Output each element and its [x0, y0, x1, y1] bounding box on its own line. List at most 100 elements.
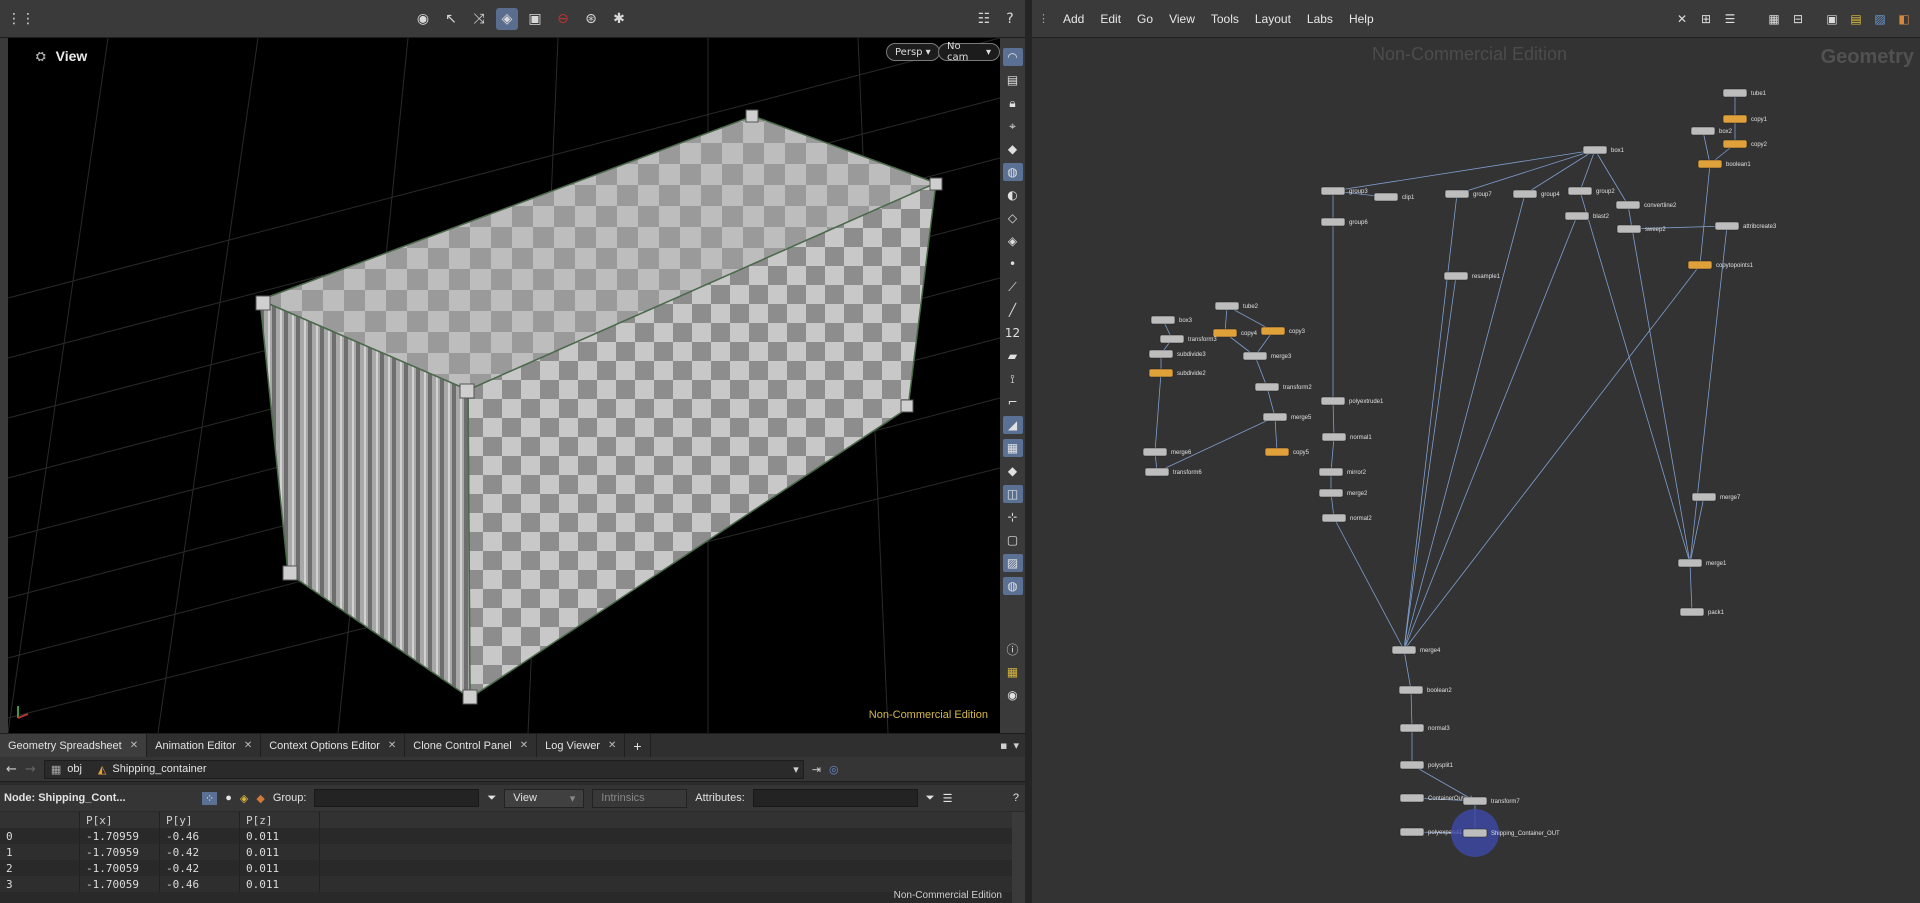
- network-node[interactable]: attribcreate3: [1714, 221, 1777, 231]
- grid-icon[interactable]: ▦: [1766, 11, 1782, 27]
- table-row[interactable]: 0 -1.70959 -0.46 0.011: [0, 828, 1012, 844]
- grid-menu-icon[interactable]: ⋮⋮: [7, 8, 35, 30]
- help-icon[interactable]: ?: [999, 8, 1021, 30]
- network-node[interactable]: copytopoints1: [1687, 260, 1754, 270]
- network-node[interactable]: normal1: [1321, 432, 1372, 442]
- network-node[interactable]: group7: [1444, 189, 1492, 199]
- network-node[interactable]: transform7: [1462, 796, 1520, 806]
- network-node[interactable]: Shipping_Container_OUT: [1451, 809, 1560, 857]
- help-icon[interactable]: ?: [1013, 792, 1025, 804]
- node-body[interactable]: [1262, 412, 1288, 422]
- pin-icon[interactable]: ⌖: [1003, 117, 1023, 135]
- network-node[interactable]: copy2: [1722, 139, 1768, 149]
- node-body[interactable]: [1564, 211, 1590, 221]
- node-body[interactable]: [1260, 326, 1286, 336]
- list-icon[interactable]: ☰: [1722, 11, 1738, 27]
- palette-icon[interactable]: ◧: [1896, 11, 1912, 27]
- column-header[interactable]: P[z]: [240, 812, 320, 828]
- uv-icon[interactable]: ⌐: [1003, 393, 1023, 411]
- path-field[interactable]: ▦ obj ◭ Shipping_container ▾: [43, 759, 804, 779]
- network-node[interactable]: transform2: [1254, 382, 1312, 392]
- node-body[interactable]: [1399, 760, 1425, 770]
- column-header[interactable]: P[y]: [160, 812, 240, 828]
- network-node[interactable]: box3: [1150, 315, 1193, 325]
- network-node[interactable]: group3: [1320, 186, 1368, 196]
- network-node[interactable]: transform3: [1159, 334, 1217, 344]
- node-body[interactable]: [1462, 828, 1488, 838]
- node-body[interactable]: [1373, 192, 1399, 202]
- node-body[interactable]: [1144, 467, 1170, 477]
- persp-dropdown[interactable]: Persp ▾: [886, 43, 940, 61]
- node-body[interactable]: [1567, 186, 1593, 196]
- node-body[interactable]: [1214, 301, 1240, 311]
- pane-menu-icon[interactable]: ▾: [1013, 739, 1019, 752]
- path-root[interactable]: obj: [67, 763, 82, 775]
- node-body[interactable]: [1399, 723, 1425, 733]
- node-body[interactable]: [1148, 368, 1174, 378]
- menu-help[interactable]: Help: [1341, 12, 1382, 26]
- node-body[interactable]: [1443, 271, 1469, 281]
- wrench-icon[interactable]: ✕: [1674, 11, 1690, 27]
- network-node[interactable]: boolean2: [1398, 685, 1452, 695]
- menu-add[interactable]: Add: [1055, 12, 1092, 26]
- attr-icon[interactable]: ◈: [240, 792, 248, 805]
- wifi-icon[interactable]: ◠: [1002, 48, 1023, 66]
- node-body[interactable]: [1320, 217, 1346, 227]
- network-node[interactable]: copy3: [1260, 326, 1306, 336]
- frame-icon[interactable]: ▢: [1003, 531, 1023, 549]
- env-icon[interactable]: ◫: [1002, 485, 1023, 503]
- tab-context-options-editor[interactable]: Context Options Editor ✕: [261, 733, 406, 758]
- numbers-icon[interactable]: 12: [1003, 324, 1023, 342]
- network-node[interactable]: normal3: [1399, 723, 1450, 733]
- layers-icon[interactable]: ▤: [1003, 71, 1023, 89]
- viewport-scene[interactable]: [8, 38, 1000, 733]
- stop-icon[interactable]: ⊖: [552, 8, 574, 30]
- node-body[interactable]: [1691, 492, 1717, 502]
- network-node[interactable]: ContainerOutput: [1399, 793, 1472, 803]
- spreadsheet-scrollbar[interactable]: [1012, 812, 1025, 903]
- light-icon[interactable]: ◆: [1003, 140, 1023, 158]
- node-body[interactable]: [1321, 432, 1347, 442]
- tree-icon[interactable]: ⊞: [1698, 11, 1714, 27]
- menu-view[interactable]: View: [1161, 12, 1203, 26]
- node-body[interactable]: [1722, 114, 1748, 124]
- points-icon[interactable]: ⁘: [202, 791, 218, 805]
- menu-edit[interactable]: Edit: [1092, 12, 1129, 26]
- image-icon[interactable]: ▨: [1872, 11, 1888, 27]
- network-node[interactable]: box2: [1690, 126, 1733, 136]
- shading-icon[interactable]: ◐: [1003, 186, 1023, 204]
- network-node[interactable]: merge4: [1391, 645, 1441, 655]
- network-node[interactable]: transform6: [1144, 467, 1202, 477]
- ghost-icon[interactable]: ◈: [1003, 232, 1023, 250]
- node-body[interactable]: [1399, 793, 1425, 803]
- group-field[interactable]: [314, 789, 480, 807]
- node-body[interactable]: [1687, 260, 1713, 270]
- network-node[interactable]: pack1: [1679, 607, 1725, 617]
- menu-tools[interactable]: Tools: [1203, 12, 1247, 26]
- back-icon[interactable]: ←: [6, 762, 17, 777]
- node-body[interactable]: [1321, 513, 1347, 523]
- axis-icon[interactable]: ⊹: [1003, 508, 1023, 526]
- network-node[interactable]: merge2: [1318, 488, 1368, 498]
- node-body[interactable]: [1212, 328, 1238, 338]
- network-editor[interactable]: Non-Commercial Edition Geometry tube1 cop…: [1032, 38, 1920, 903]
- list-icon[interactable]: ☰: [943, 792, 953, 805]
- network-node[interactable]: group2: [1567, 186, 1615, 196]
- settings-icon[interactable]: ☷: [973, 8, 995, 30]
- record-icon[interactable]: ●: [225, 792, 232, 804]
- node-body[interactable]: [1320, 396, 1346, 406]
- node-body[interactable]: [1391, 645, 1417, 655]
- network-node[interactable]: blast2: [1564, 211, 1610, 221]
- wire-icon[interactable]: ◇: [1003, 209, 1023, 227]
- network-node[interactable]: resample1: [1443, 271, 1501, 281]
- close-icon[interactable]: ✕: [520, 740, 528, 751]
- view-icon[interactable]: ◈: [496, 7, 518, 30]
- network-node[interactable]: polyextrude1: [1320, 396, 1384, 406]
- node-graph[interactable]: tube1 copy1 copy2 box2 boolean1 box1 group3 cli…: [1032, 38, 1920, 903]
- column-header[interactable]: [0, 812, 80, 828]
- network-node[interactable]: tube2: [1214, 301, 1259, 311]
- node-body[interactable]: [1697, 159, 1723, 169]
- network-node[interactable]: convertline2: [1615, 200, 1677, 210]
- network-node[interactable]: subdivide2: [1148, 368, 1206, 378]
- node-body[interactable]: [1150, 315, 1176, 325]
